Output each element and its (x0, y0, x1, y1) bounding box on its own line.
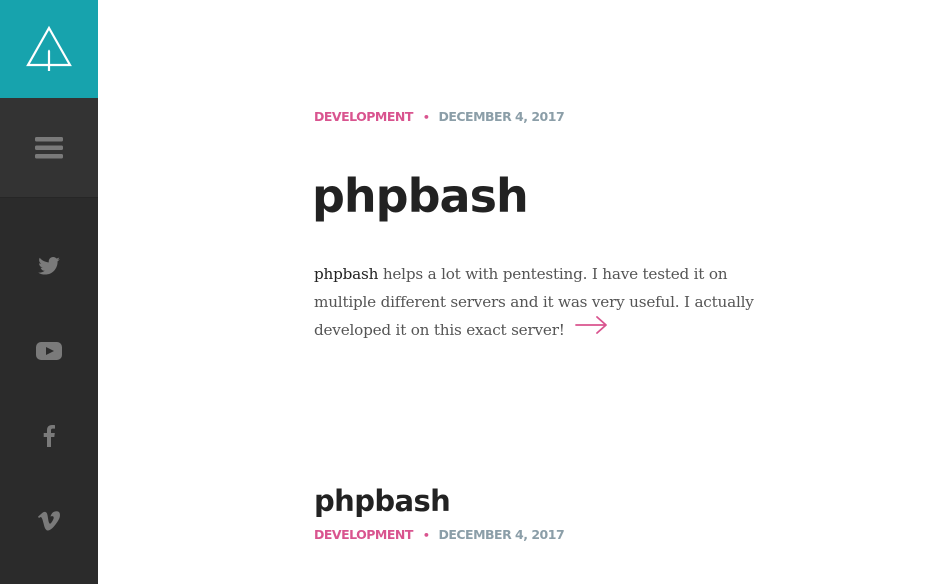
post-date: DECEMBER 4, 2017 (438, 527, 565, 542)
read-more-link[interactable] (574, 315, 609, 344)
sidebar (0, 0, 98, 584)
youtube-link[interactable] (0, 331, 98, 371)
youtube-icon (36, 342, 62, 360)
meta-separator: • (422, 111, 430, 124)
hamburger-menu-icon (35, 136, 63, 158)
facebook-icon (43, 425, 55, 447)
post-date: DECEMBER 4, 2017 (438, 109, 565, 124)
twitter-link[interactable] (0, 246, 98, 286)
vimeo-link[interactable] (0, 501, 98, 541)
post-title[interactable]: phpbash (312, 166, 529, 226)
twitter-icon (38, 257, 60, 275)
category-link[interactable]: DEVELOPMENT (314, 109, 413, 124)
vimeo-icon (38, 511, 60, 531)
site-logo[interactable] (0, 0, 98, 98)
post-title[interactable]: phpbash (314, 482, 451, 520)
category-link[interactable]: DEVELOPMENT (314, 527, 413, 542)
triangle-tree-logo-icon (26, 25, 72, 71)
excerpt-text: helps a lot with pentesting. I have test… (314, 265, 754, 339)
menu-button[interactable] (0, 98, 98, 198)
arrow-right-icon (574, 315, 607, 334)
meta-separator: • (422, 529, 430, 542)
post-excerpt: phpbash helps a lot with pentesting. I h… (314, 260, 789, 346)
post-meta: DEVELOPMENT • DECEMBER 4, 2017 (314, 109, 565, 124)
excerpt-lead: phpbash (314, 265, 379, 283)
post-meta: DEVELOPMENT • DECEMBER 4, 2017 (314, 527, 565, 542)
facebook-link[interactable] (0, 416, 98, 456)
